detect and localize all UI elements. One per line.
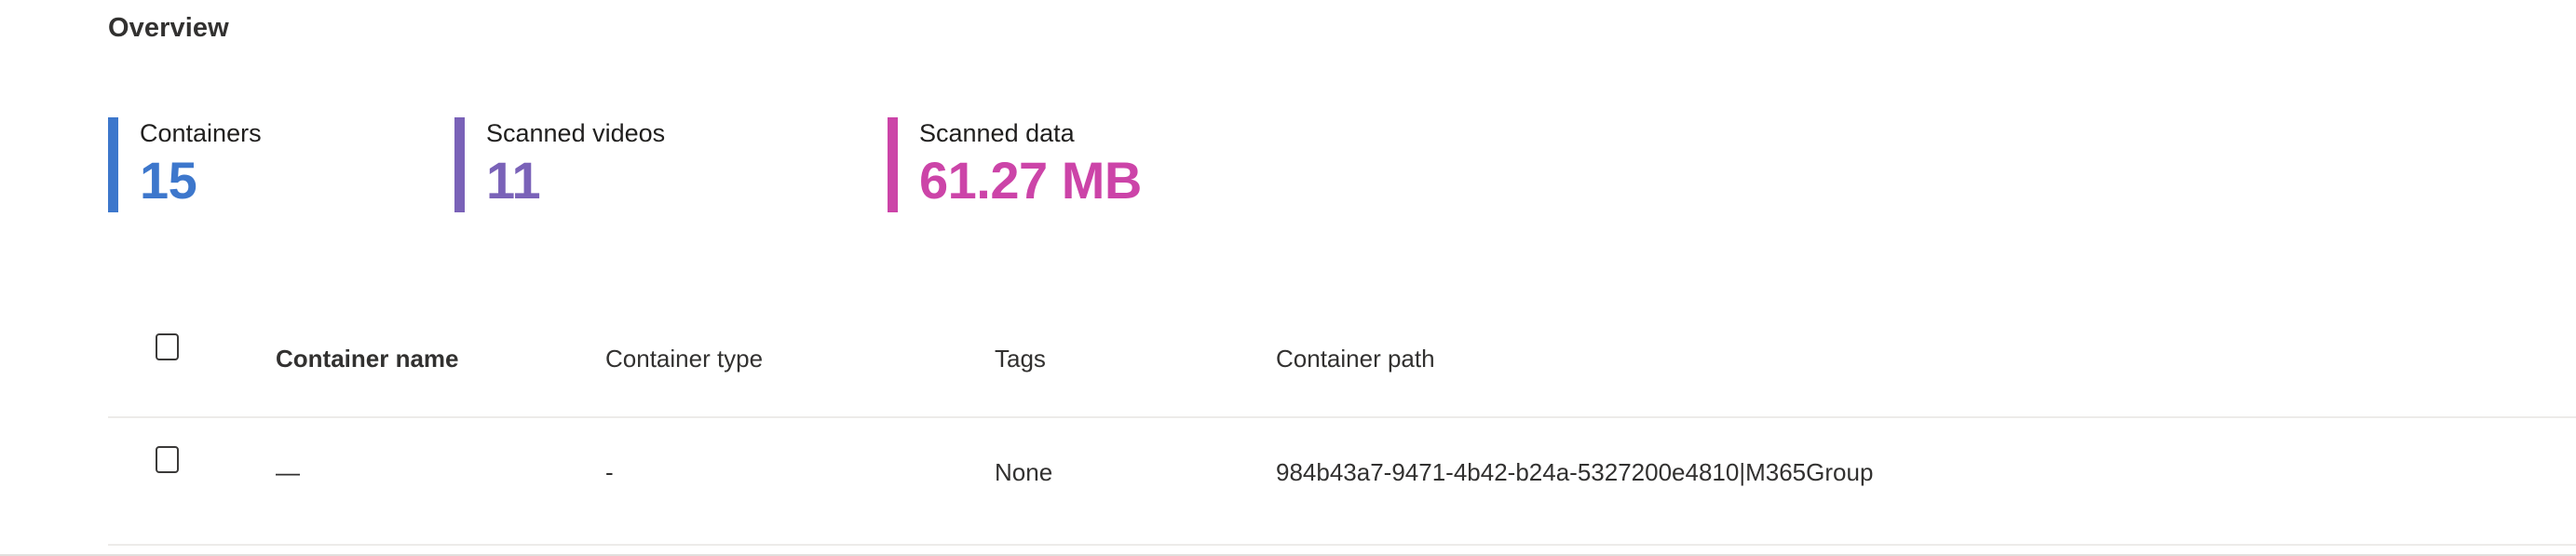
metric-accent-bar [108, 117, 118, 212]
cell-container-type: - [605, 458, 614, 486]
table-row-divider [108, 544, 2576, 546]
metric-accent-bar [454, 117, 465, 212]
metric-tile-scanned-data: Scanned data 61.27 MB [888, 117, 1142, 222]
metric-label: Scanned data [919, 119, 1075, 147]
metric-label: Scanned videos [486, 119, 666, 147]
metric-label: Containers [140, 119, 262, 147]
overview-page: Overview Containers 15 Scanned videos 11… [0, 0, 2576, 556]
select-all-checkbox[interactable] [156, 333, 179, 360]
table-header-row: Container name Container type Tags Conta… [108, 307, 2576, 416]
table-header-divider [108, 416, 2576, 418]
column-header-container-type[interactable]: Container type [605, 344, 763, 373]
cell-tags: None [995, 458, 1053, 486]
column-header-container-path[interactable]: Container path [1276, 344, 1435, 373]
metric-text-group: Scanned data 61.27 MB [898, 117, 1142, 222]
metric-tile-scanned-videos: Scanned videos 11 [454, 117, 888, 222]
metric-text-group: Scanned videos 11 [465, 117, 665, 222]
metric-tile-containers: Containers 15 [108, 117, 454, 222]
table-row[interactable]: — - None 984b43a7-9471-4b42-b24a-5327200… [108, 416, 2576, 545]
containers-table: Container name Container type Tags Conta… [108, 307, 2576, 545]
metric-value: 15 [140, 151, 197, 210]
page-title: Overview [108, 13, 229, 43]
metrics-row: Containers 15 Scanned videos 11 Scanned … [108, 117, 1142, 222]
cell-container-name: — [276, 458, 300, 486]
row-select-checkbox[interactable] [156, 446, 179, 473]
metric-text-group: Containers 15 [118, 117, 262, 222]
column-header-container-name[interactable]: Container name [276, 344, 459, 373]
metric-value: 11 [486, 151, 541, 210]
metric-accent-bar [888, 117, 898, 212]
metric-value: 61.27 MB [919, 151, 1142, 210]
column-header-tags[interactable]: Tags [995, 344, 1046, 373]
cell-container-path: 984b43a7-9471-4b42-b24a-5327200e4810|M36… [1276, 458, 1874, 486]
